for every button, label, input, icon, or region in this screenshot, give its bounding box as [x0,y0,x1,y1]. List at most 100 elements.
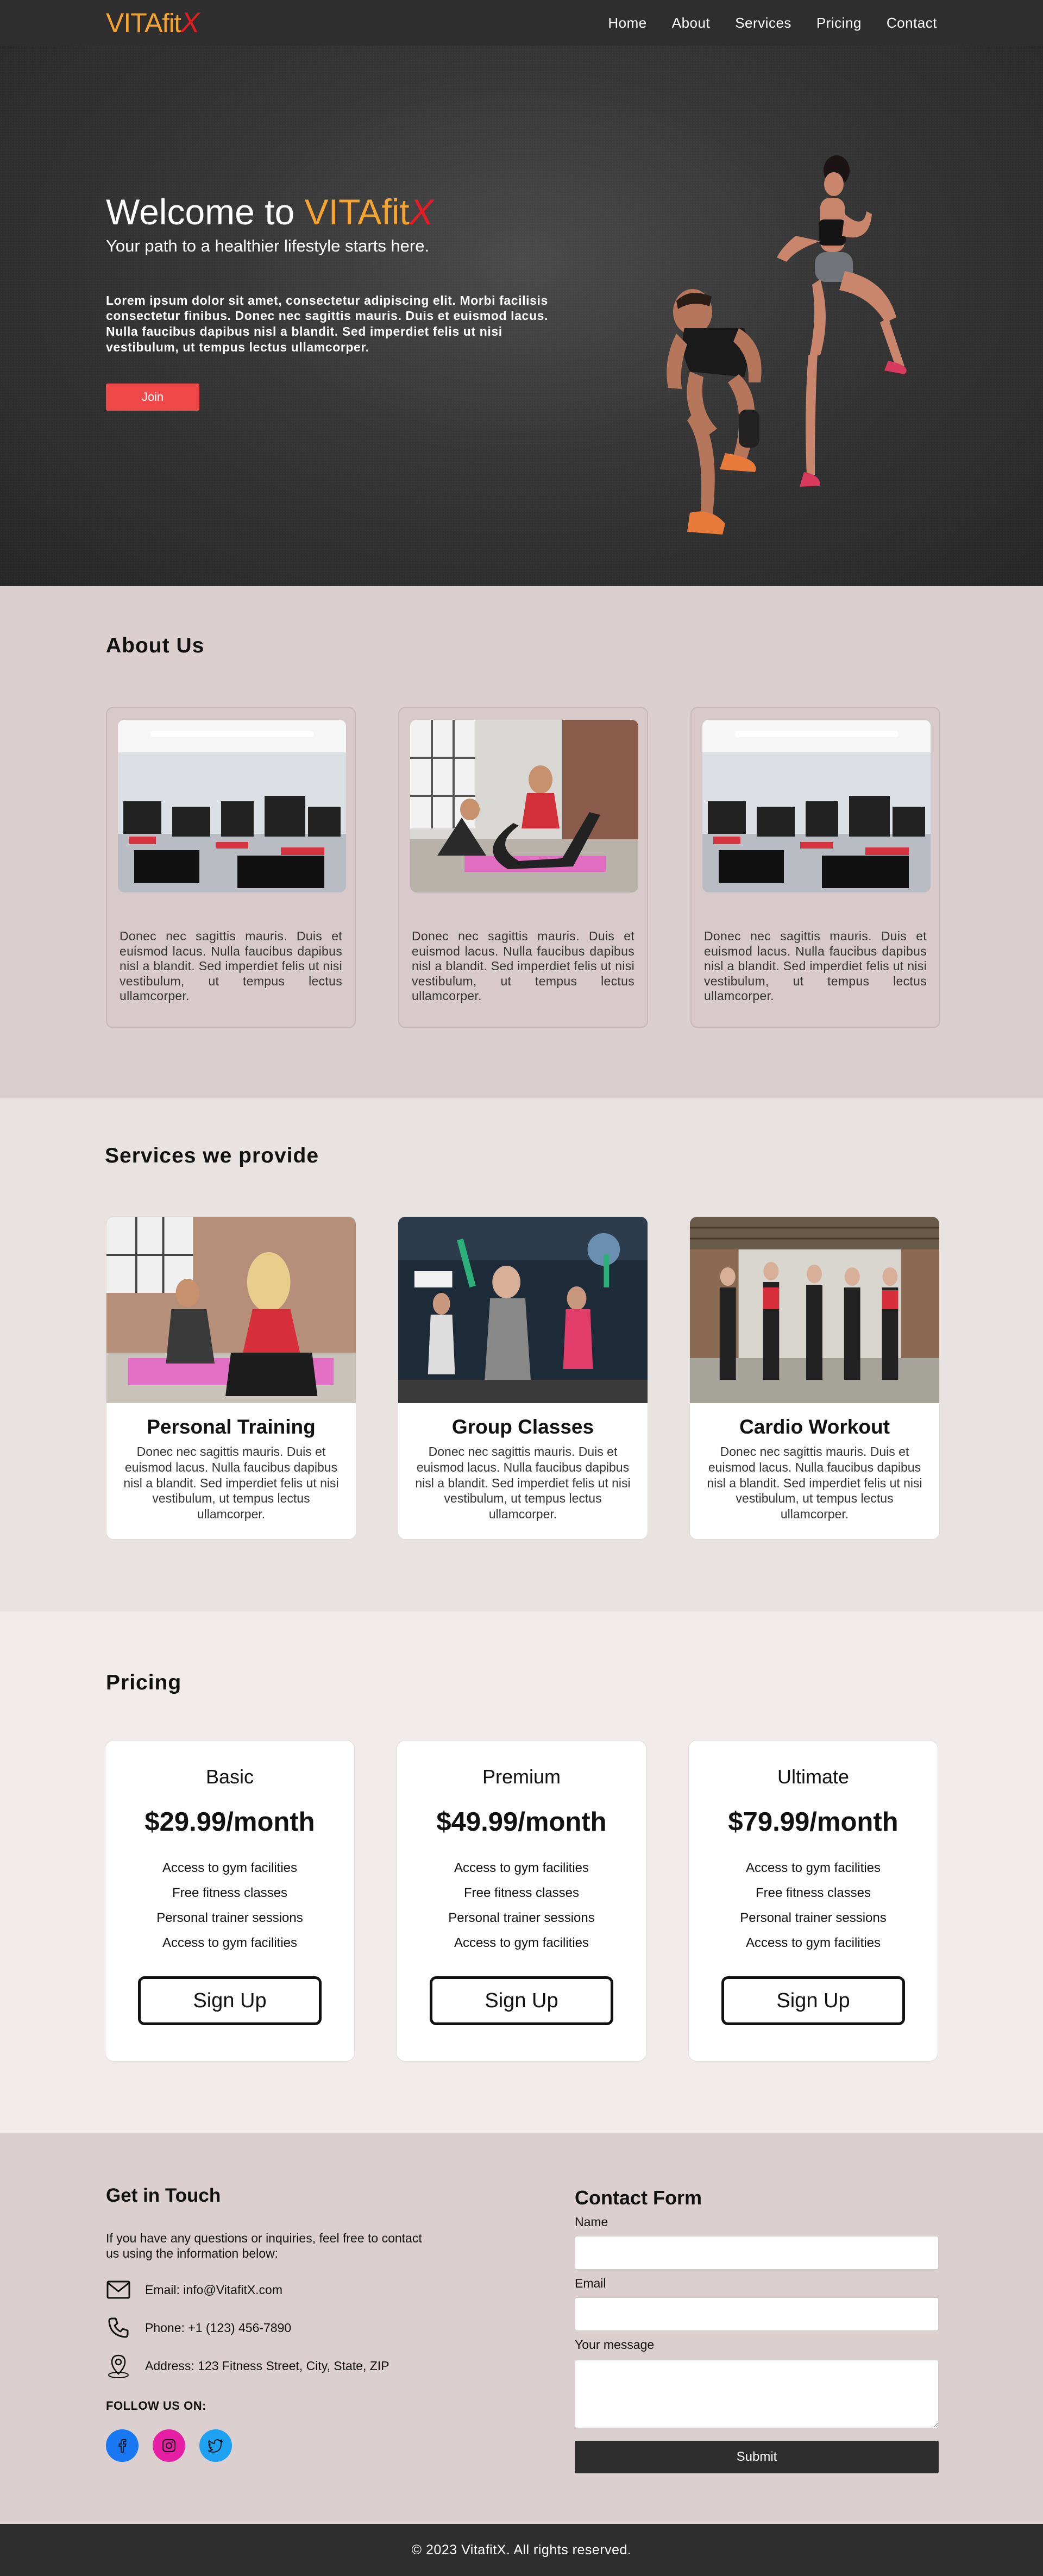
contact-section: Get in Touch If you have any questions o… [0,2133,1043,2524]
woman-athlete [777,155,907,487]
email-icon [106,2277,131,2302]
plan-features: Access to gym facilities Free fitness cl… [397,1856,646,1956]
logo-vita: VITA [106,8,162,38]
sign-up-button-basic[interactable]: Sign Up [138,1976,322,2025]
pricing-card-ultimate: Ultimate $79.99/month Access to gym faci… [688,1740,938,2062]
plan-feature: Free fitness classes [755,1886,871,1900]
location-icon [106,2353,131,2379]
plan-feature: Access to gym facilities [454,1861,589,1875]
plan-name: Basic [205,1765,254,1788]
pricing-title: Pricing [106,1671,182,1694]
contact-form: Contact Form Name Email Your message Sub… [575,2187,939,2473]
about-card-text: Donec nec sagittis mauris. Duis et euism… [704,929,927,1003]
plan-feature: Access to gym facilities [454,1936,589,1950]
women-exercise-image [410,720,638,893]
nav-link-services[interactable]: Services [735,15,791,32]
service-card-group-classes[interactable]: Group Classes Donec nec sagittis mauris.… [398,1216,648,1540]
service-name: Group Classes [451,1416,594,1438]
pricing-cards: Basic $29.99/month Access to gym facilit… [105,1740,938,2062]
about-title: About Us [106,634,205,657]
email-field[interactable] [575,2297,939,2331]
contact-form-title: Contact Form [575,2187,702,2209]
gym-interior-image [702,720,931,893]
plan-feature: Personal trainer sessions [448,1911,595,1925]
plan-feature: Free fitness classes [172,1886,288,1900]
plan-feature: Personal trainer sessions [740,1911,887,1925]
about-card: Donec nec sagittis mauris. Duis et euism… [690,707,940,1028]
about-section: About Us Donec nec sagittis mauris. Duis… [0,586,1043,1098]
plan-feature: Access to gym facilities [745,1861,881,1875]
sign-up-button-premium[interactable]: Sign Up [430,1976,613,2025]
social-links [106,2429,432,2462]
plan-feature: Access to gym facilities [162,1936,298,1950]
about-cards: Donec nec sagittis mauris. Duis et euism… [106,707,940,1028]
name-field[interactable] [575,2236,939,2270]
plan-name: Ultimate [777,1765,850,1788]
contact-email[interactable]: Email: info@VitafitX.com [145,2283,282,2297]
submit-button[interactable]: Submit [575,2441,939,2473]
plan-feature: Access to gym facilities [745,1936,881,1950]
contact-phone[interactable]: Phone: +1 (123) 456-7890 [145,2321,291,2335]
plan-feature: Free fitness classes [463,1886,580,1900]
service-name: Cardio Workout [739,1416,890,1438]
join-button[interactable]: Join [106,383,199,411]
footer: © 2023 VitafitX. All rights reserved. [0,2524,1043,2576]
contact-title: Get in Touch [106,2185,221,2206]
hero-title: Welcome to VITAfitX [106,192,573,232]
pricing-card-premium: Premium $49.99/month Access to gym facil… [397,1740,646,2062]
pricing-card-basic: Basic $29.99/month Access to gym facilit… [105,1740,355,2062]
service-name: Personal Training [147,1416,316,1438]
plan-price: $29.99/month [144,1807,315,1837]
contact-email-row: Email: info@VitafitX.com [106,2277,432,2302]
man-athlete [667,289,762,535]
facebook-icon[interactable] [106,2429,139,2462]
service-desc: Donec nec sagittis mauris. Duis et euism… [415,1444,631,1521]
nav-link-home[interactable]: Home [608,15,646,32]
logo[interactable]: VITAfitX [106,9,199,37]
plan-features: Access to gym facilities Free fitness cl… [689,1856,938,1956]
nav-link-about[interactable]: About [672,15,710,32]
about-card-text: Donec nec sagittis mauris. Duis et euism… [412,929,634,1003]
plan-feature: Access to gym facilities [162,1861,298,1875]
cardio-workout-image [690,1217,939,1403]
plan-feature: Personal trainer sessions [156,1911,303,1925]
services-cards: Personal Training Donec nec sagittis mau… [106,1216,940,1540]
about-card-text: Donec nec sagittis mauris. Duis et euism… [120,929,342,1003]
personal-training-image [106,1217,356,1403]
hero-title-prefix: Welcome to [106,192,295,232]
service-card-personal-training[interactable]: Personal Training Donec nec sagittis mau… [106,1216,356,1540]
hero-title-fit: fit [381,192,410,232]
plan-features: Access to gym facilities Free fitness cl… [105,1856,354,1956]
message-label: Your message [575,2338,655,2352]
plan-price: $49.99/month [436,1807,607,1837]
nav-links: Home About Services Pricing Contact [608,15,937,32]
service-card-cardio-workout[interactable]: Cardio Workout Donec nec sagittis mauris… [689,1216,940,1540]
hero-subtitle: Your path to a healthier lifestyle start… [106,236,430,255]
logo-fit: fit [162,9,181,38]
about-card: Donec nec sagittis mauris. Duis et euism… [106,707,356,1028]
hero-title-vita: VITA [304,192,382,232]
name-label: Name [575,2215,608,2229]
services-section: Services we provide Personal Training Do… [0,1098,1043,1611]
hero-body: Lorem ipsum dolor sit amet, consectetur … [106,293,548,354]
sign-up-button-ultimate[interactable]: Sign Up [721,1976,905,2025]
contact-address: Address: 123 Fitness Street, City, State… [145,2358,389,2373]
service-desc: Donec nec sagittis mauris. Duis et euism… [123,1444,339,1521]
top-navbar: VITAfitX Home About Services Pricing Con… [0,0,1043,46]
nav-link-contact[interactable]: Contact [887,15,937,32]
about-card: Donec nec sagittis mauris. Duis et euism… [398,707,648,1028]
logo-x: X [180,7,200,39]
message-field[interactable] [575,2360,939,2428]
copyright-text: © 2023 VitafitX. All rights reserved. [411,2542,632,2558]
pricing-section: Pricing Basic $29.99/month Access to gym… [0,1611,1043,2133]
contact-intro: If you have any questions or inquiries, … [106,2231,422,2260]
gym-interior-image [118,720,346,893]
plan-price: $79.99/month [728,1807,899,1837]
contact-info: Get in Touch If you have any questions o… [106,2185,432,2462]
hero-text: Welcome to VITAfitX Your path to a healt… [106,192,573,411]
twitter-icon[interactable] [199,2429,232,2462]
hero-athletes-image [667,155,907,535]
email-label: Email [575,2276,606,2290]
instagram-icon[interactable] [153,2429,185,2462]
nav-link-pricing[interactable]: Pricing [816,15,862,32]
